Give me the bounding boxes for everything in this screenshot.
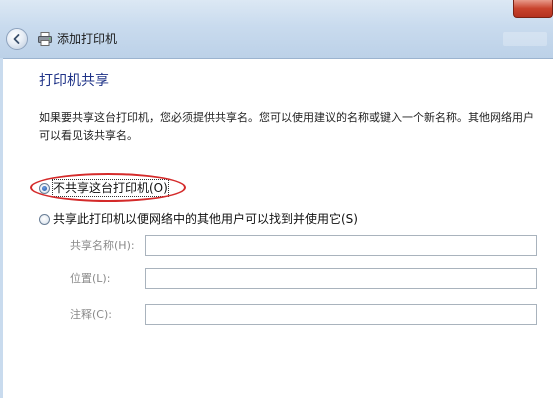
comment-label: 注释(C):	[70, 308, 112, 321]
no-share-radio[interactable]	[39, 182, 50, 194]
page-description: 如果要共享这台打印机，您必须提供共享名。您可以使用建议的名称或键入一个新名称。其…	[39, 111, 534, 142]
title-bar	[0, 0, 553, 59]
location-input[interactable]	[145, 268, 537, 289]
no-share-option[interactable]: 不共享这台打印机(O)	[39, 179, 169, 197]
share-label[interactable]: 共享此打印机以便网络中的其他用户可以找到并使用它(S)	[53, 211, 358, 227]
back-button[interactable]	[6, 28, 28, 50]
no-share-label[interactable]: 不共享这台打印机(O)	[52, 179, 169, 197]
close-button[interactable]	[513, 0, 553, 18]
printer-icon	[38, 32, 52, 46]
share-name-input[interactable]	[145, 235, 537, 256]
share-radio[interactable]	[39, 213, 50, 225]
share-name-label: 共享名称(H):	[70, 239, 135, 252]
window-title: 添加打印机	[57, 32, 118, 46]
page-title: 打印机共享	[39, 73, 109, 89]
comment-input[interactable]	[145, 304, 537, 325]
location-label: 位置(L):	[70, 272, 111, 285]
title-bar-glass	[503, 32, 547, 46]
window-left-edge	[0, 58, 3, 398]
back-arrow-icon	[13, 34, 20, 44]
share-option[interactable]: 共享此打印机以便网络中的其他用户可以找到并使用它(S)	[39, 211, 358, 227]
